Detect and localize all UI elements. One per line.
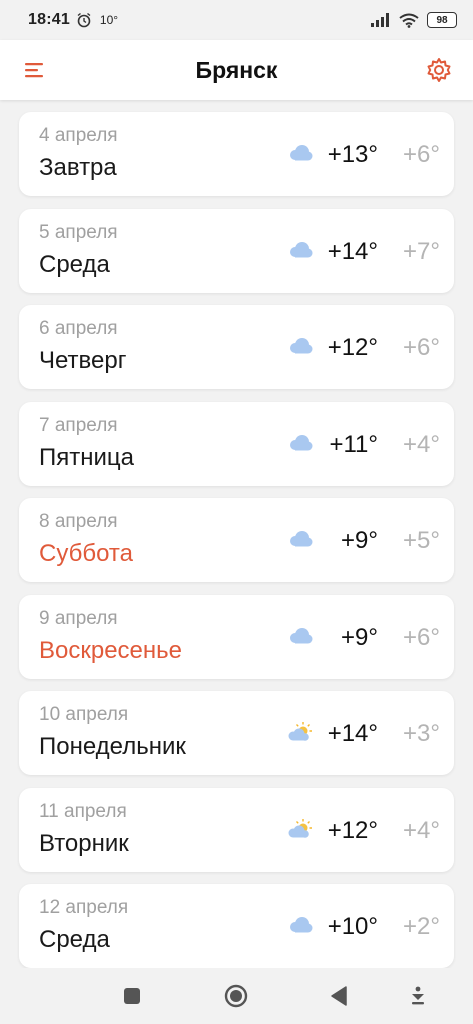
page-title: Брянск bbox=[195, 56, 278, 83]
forecast-card[interactable]: 6 апреля Четверг +12° +6° bbox=[19, 305, 454, 389]
forecast-low-temp: +4° bbox=[403, 431, 440, 458]
forecast-day: Понедельник bbox=[39, 733, 186, 760]
forecast-card[interactable]: 12 апреля Среда +10° +2° bbox=[19, 884, 454, 968]
forecast-date: 7 апреля bbox=[39, 415, 118, 436]
cloudy-icon bbox=[290, 338, 313, 354]
system-nav-bar bbox=[0, 968, 473, 1024]
forecast-low-temp: +6° bbox=[403, 334, 440, 361]
forecast-high-temp: +13° bbox=[327, 141, 378, 168]
forecast-day: Воскресенье bbox=[39, 637, 183, 664]
download-arrow-icon bbox=[412, 986, 424, 1005]
forecast-card[interactable]: 9 апреля Воскресенье +9° +6° bbox=[19, 595, 454, 679]
signal-icon bbox=[371, 13, 389, 27]
forecast-card[interactable]: 7 апреля Пятница +11° +4° bbox=[19, 402, 454, 486]
forecast-low-temp: +3° bbox=[403, 720, 440, 747]
wifi-icon bbox=[399, 13, 419, 28]
settings-button[interactable] bbox=[425, 56, 453, 84]
extra-nav-button[interactable] bbox=[404, 982, 432, 1010]
home-button[interactable] bbox=[222, 982, 250, 1010]
forecast-date: 5 апреля bbox=[39, 222, 118, 243]
forecast-high-temp: +14° bbox=[327, 238, 378, 265]
status-temperature: 10° bbox=[99, 13, 119, 27]
back-button[interactable] bbox=[326, 982, 354, 1010]
forecast-date: 9 апреля bbox=[39, 608, 118, 629]
status-left: 18:41 10° bbox=[28, 11, 118, 29]
forecast-date: 11 апреля bbox=[39, 801, 127, 822]
forecast-high-temp: +12° bbox=[327, 817, 378, 844]
app-header: Брянск bbox=[0, 40, 473, 100]
forecast-day: Пятница bbox=[39, 444, 134, 471]
forecast-day: Среда bbox=[39, 926, 110, 953]
forecast-card[interactable]: 4 апреля Завтра +13° +6° bbox=[19, 112, 454, 196]
forecast-card[interactable]: 10 апреля Понедельник +14° +3° bbox=[19, 691, 454, 775]
forecast-date: 10 апреля bbox=[39, 704, 129, 725]
forecast-day: Среда bbox=[39, 251, 110, 278]
forecast-day: Завтра bbox=[39, 154, 117, 181]
forecast-low-temp: +7° bbox=[403, 238, 440, 265]
cloudy-icon bbox=[290, 145, 313, 161]
forecast-high-temp: +9° bbox=[341, 527, 378, 554]
partly-sunny-icon bbox=[288, 819, 312, 838]
hamburger-menu-icon bbox=[25, 63, 43, 78]
forecast-date: 12 апреля bbox=[39, 897, 129, 918]
cloudy-icon bbox=[290, 628, 313, 644]
forecast-high-temp: +10° bbox=[327, 913, 378, 940]
triangle-back-icon bbox=[331, 986, 347, 1006]
forecast-low-temp: +2° bbox=[403, 913, 440, 940]
square-recents-icon bbox=[124, 988, 140, 1004]
forecast-card[interactable]: 5 апреля Среда +14° +7° bbox=[19, 209, 454, 293]
recents-button[interactable] bbox=[118, 982, 146, 1010]
forecast-card[interactable]: 11 апреля Вторник +12° +4° bbox=[19, 788, 454, 872]
forecast-high-temp: +11° bbox=[329, 431, 378, 458]
cloudy-icon bbox=[290, 917, 313, 933]
forecast-day: Четверг bbox=[39, 347, 127, 374]
forecast-date: 8 апреля bbox=[39, 511, 118, 532]
forecast-high-temp: +14° bbox=[327, 720, 378, 747]
forecast-high-temp: +12° bbox=[327, 334, 378, 361]
forecast-card[interactable]: 8 апреля Суббота +9° +5° bbox=[19, 498, 454, 582]
forecast-date: 6 апреля bbox=[39, 318, 118, 339]
battery-icon: 98 bbox=[427, 12, 457, 28]
partly-sunny-icon bbox=[288, 722, 312, 741]
circle-home-icon bbox=[224, 984, 248, 1008]
forecast-low-temp: +6° bbox=[403, 141, 440, 168]
forecast-date: 4 апреля bbox=[39, 125, 118, 146]
alarm-icon bbox=[77, 12, 91, 28]
battery-level: 98 bbox=[436, 14, 448, 26]
cloudy-icon bbox=[290, 242, 313, 258]
status-bar: 18:41 10° 98 bbox=[0, 0, 473, 40]
menu-button[interactable] bbox=[22, 58, 48, 82]
status-right: 98 bbox=[371, 12, 457, 28]
forecast-high-temp: +9° bbox=[341, 624, 378, 651]
cloudy-icon bbox=[290, 531, 313, 547]
status-time: 18:41 bbox=[28, 11, 70, 28]
forecast-low-temp: +6° bbox=[403, 624, 440, 651]
forecast-list[interactable]: 4 апреля Завтра +13° +6° 5 апреля Среда … bbox=[0, 100, 473, 968]
cloudy-icon bbox=[290, 435, 313, 451]
forecast-day: Суббота bbox=[39, 540, 133, 567]
forecast-low-temp: +5° bbox=[403, 527, 440, 554]
forecast-low-temp: +4° bbox=[403, 817, 440, 844]
gear-icon bbox=[427, 58, 451, 82]
forecast-day: Вторник bbox=[39, 830, 129, 857]
